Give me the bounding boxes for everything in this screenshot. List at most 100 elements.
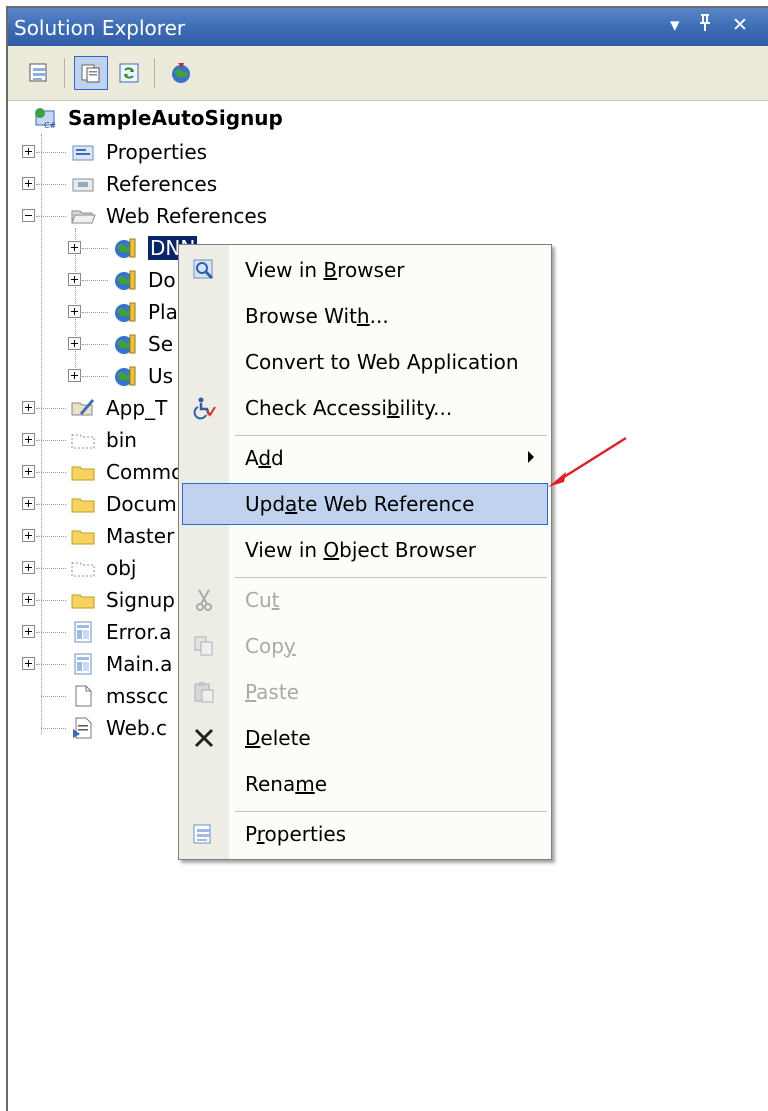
menu-item-view-in-object-browser[interactable]: View in Object Browser <box>182 529 548 571</box>
menu-item-label: Update Web Reference <box>245 492 475 516</box>
expand-toggle[interactable] <box>22 401 35 414</box>
tree-item-references[interactable]: References <box>8 168 768 200</box>
references-icon <box>72 178 94 192</box>
menu-item-delete[interactable]: Delete <box>182 717 548 759</box>
expand-toggle[interactable] <box>68 369 81 382</box>
menu-item-cut[interactable]: Cut <box>182 579 548 621</box>
menu-item-view-in-browser[interactable]: View in Browser <box>182 249 548 291</box>
expand-toggle[interactable] <box>22 433 35 446</box>
expand-toggle[interactable] <box>68 273 81 286</box>
expand-toggle[interactable] <box>68 337 81 350</box>
dropdown-icon[interactable]: ▾ <box>670 14 680 36</box>
tree-item-label: Web References <box>106 204 268 228</box>
menu-item-browse-with[interactable]: Browse With... <box>182 295 548 337</box>
web-reference-icon <box>115 366 136 386</box>
tree-item-label: Error.a <box>106 620 172 644</box>
copy-website-icon[interactable] <box>164 56 198 90</box>
tree-connector <box>36 504 66 505</box>
menu-item-check-accessibility[interactable]: Check Accessibility... <box>182 387 548 429</box>
menu-item-label: Check Accessibility... <box>245 396 453 420</box>
properties-icon[interactable] <box>22 56 56 90</box>
tree-connector <box>36 408 66 409</box>
expand-toggle[interactable] <box>22 529 35 542</box>
tree-item-web-references[interactable]: Web References <box>8 200 768 232</box>
tree-connector <box>36 216 66 217</box>
annotation-arrow-icon <box>548 436 627 487</box>
open-folder-icon <box>71 210 96 224</box>
expand-toggle[interactable] <box>22 593 35 606</box>
web-reference-icon <box>115 238 136 258</box>
accessibility-icon <box>193 397 216 420</box>
menu-item-label: Cut <box>245 588 280 612</box>
tree-connector <box>36 440 66 441</box>
tree-item-label: App_T <box>106 396 168 420</box>
web-reference-icon <box>115 334 136 354</box>
tree-item-label: obj <box>106 556 137 580</box>
pin-icon[interactable] <box>698 14 712 37</box>
svg-text:C#: C# <box>44 121 57 130</box>
menu-item-add[interactable]: Add <box>182 437 548 479</box>
tree-connector <box>82 376 108 377</box>
tree-connector <box>36 152 66 153</box>
collapse-toggle[interactable] <box>22 209 35 222</box>
config-file-icon <box>73 717 92 739</box>
menu-item-convert-to-web-application[interactable]: Convert to Web Application <box>182 341 548 383</box>
menu-item-label: Properties <box>245 822 347 846</box>
tree-item-label: msscc <box>106 684 169 708</box>
tree-connector <box>41 728 66 729</box>
tree-connector <box>36 632 66 633</box>
refresh-icon[interactable] <box>112 56 146 90</box>
tree-item-label: bin <box>106 428 137 452</box>
menu-item-properties[interactable]: Properties <box>182 813 548 855</box>
tree-item-label: Master <box>106 524 175 548</box>
tree-item-properties[interactable]: Properties <box>8 136 768 168</box>
menu-item-copy[interactable]: Copy <box>182 625 548 667</box>
menu-item-rename[interactable]: Rename <box>182 763 548 805</box>
tree-item-label: References <box>106 172 218 196</box>
menu-item-label: View in Object Browser <box>245 538 476 562</box>
menu-item-label: Delete <box>245 726 311 750</box>
expand-toggle[interactable] <box>22 561 35 574</box>
project-node[interactable]: C# SampleAutoSignup <box>8 102 768 134</box>
solution-explorer-toolbar <box>8 46 768 101</box>
menu-item-paste[interactable]: Paste <box>182 671 548 713</box>
expand-toggle[interactable] <box>22 145 35 158</box>
tree-connector <box>82 280 108 281</box>
expand-toggle[interactable] <box>22 657 35 670</box>
view-browser-icon <box>193 259 214 280</box>
context-menu: View in Browser Browse With... Convert t… <box>178 244 552 860</box>
dashed-folder-icon <box>71 434 95 449</box>
copy-icon <box>194 636 213 656</box>
expand-toggle[interactable] <box>68 305 81 318</box>
expand-toggle[interactable] <box>22 177 35 190</box>
menu-item-label: Browse With... <box>245 304 389 328</box>
menu-item-update-web-reference[interactable]: Update Web Reference <box>182 483 548 525</box>
tree-item-label: Signup <box>106 588 175 612</box>
tree-item-label: Us <box>148 364 174 388</box>
expand-toggle[interactable] <box>22 465 35 478</box>
show-all-files-icon[interactable] <box>74 56 108 90</box>
tree-connector <box>82 312 108 313</box>
tree-connector <box>36 600 66 601</box>
paste-icon <box>194 682 214 703</box>
properties-folder-icon <box>72 145 94 161</box>
expand-toggle[interactable] <box>22 497 35 510</box>
tree-item-label: Main.a <box>106 652 173 676</box>
tree-connector <box>36 472 66 473</box>
tree-connector <box>36 664 66 665</box>
tree-item-label: Se <box>148 332 173 356</box>
close-icon[interactable]: ✕ <box>732 14 748 36</box>
menu-item-label: Paste <box>245 680 299 704</box>
web-reference-icon <box>115 302 136 322</box>
file-icon <box>75 685 92 707</box>
menu-item-label: Add <box>245 446 284 470</box>
menu-item-label: Rename <box>245 772 328 796</box>
expand-toggle[interactable] <box>22 625 35 638</box>
csharp-project-icon: C# <box>35 108 57 130</box>
expand-toggle[interactable] <box>68 241 81 254</box>
properties-menu-icon <box>193 824 211 844</box>
panel-title-bar: Solution Explorer ▾ ✕ <box>8 8 768 46</box>
panel-title: Solution Explorer <box>14 16 186 40</box>
tree-connector <box>36 568 66 569</box>
menu-separator <box>235 435 547 436</box>
